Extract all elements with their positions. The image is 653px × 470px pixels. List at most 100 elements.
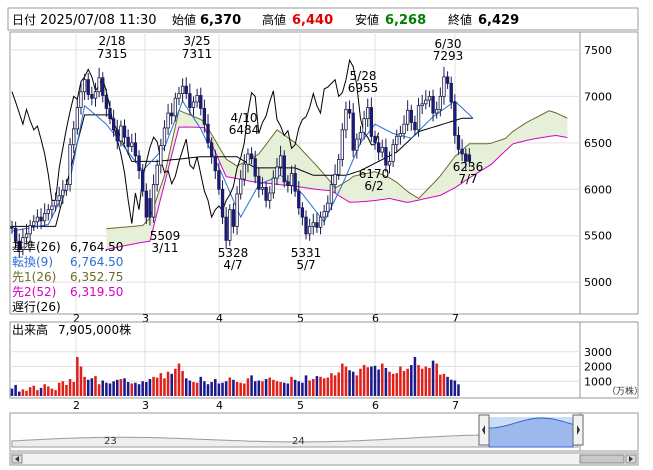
- scroll-thumb[interactable]: [579, 454, 625, 464]
- legend-label: 遅行(26): [12, 300, 61, 314]
- candle-body: [151, 184, 156, 218]
- candle-body: [202, 108, 207, 125]
- candle-body: [358, 132, 363, 140]
- candle-body: [351, 112, 355, 151]
- open-label: 始値: [172, 12, 196, 27]
- volume-bar: [420, 368, 424, 396]
- volume-tick-label: 2000: [584, 361, 612, 374]
- candle-body: [39, 216, 43, 222]
- candle-body: [395, 135, 399, 146]
- high-value: 6,440: [292, 13, 333, 28]
- volume-bar: [457, 384, 460, 396]
- candle-body: [362, 118, 366, 133]
- volume-bar: [163, 378, 166, 396]
- candle-body: [209, 142, 214, 158]
- volume-bar: [391, 373, 395, 396]
- volume-bar: [253, 381, 257, 396]
- candle-body: [293, 173, 297, 192]
- volume-bar: [61, 381, 65, 396]
- volume-bar: [39, 387, 43, 396]
- candle-body: [184, 85, 188, 94]
- overview-tick-23: 23: [104, 436, 117, 447]
- volume-bar: [301, 382, 304, 396]
- volume-bar: [348, 370, 351, 396]
- volume-tick-label: 3000: [584, 346, 612, 359]
- volume-bar: [449, 379, 453, 396]
- candle-body: [57, 195, 61, 201]
- volume-bar: [79, 366, 83, 396]
- candle-body: [166, 112, 170, 129]
- volume-bar: [123, 378, 126, 396]
- candle-body: [333, 173, 337, 186]
- volume-bar: [14, 384, 17, 396]
- volume-bar: [359, 368, 362, 396]
- candle-body: [435, 108, 439, 114]
- close-value: 6,429: [478, 13, 519, 28]
- volume-bar: [134, 382, 137, 396]
- candle-body: [126, 136, 130, 147]
- volume-bar: [101, 380, 105, 396]
- candle-body: [79, 91, 83, 108]
- volume-bar: [36, 390, 39, 396]
- volume-bar: [417, 365, 420, 396]
- candle-body: [373, 135, 377, 144]
- annotation-date: 3/11: [152, 241, 179, 255]
- candle-body: [133, 142, 138, 157]
- candle-body: [260, 186, 265, 190]
- range-handle-left[interactable]: [478, 414, 490, 446]
- candle-body: [431, 95, 435, 114]
- candle-body: [456, 134, 461, 150]
- volume-bar: [435, 363, 438, 396]
- candle-body: [108, 108, 112, 120]
- volume-bar: [275, 381, 279, 396]
- annotation-date: 3/25: [184, 34, 211, 48]
- volume-bar: [312, 379, 315, 396]
- volume-bar: [145, 382, 148, 396]
- volume-bar: [221, 382, 224, 396]
- date-value: 2025/07/08 11:30: [40, 13, 157, 28]
- candle-body: [409, 109, 413, 123]
- candle-body: [46, 209, 50, 214]
- candle-body: [304, 216, 308, 235]
- candle-body: [191, 101, 196, 108]
- candle-body: [347, 108, 352, 114]
- volume-bar: [290, 376, 293, 396]
- volume-bar: [181, 370, 184, 396]
- candle-body: [130, 142, 134, 147]
- open-value: 6,370: [200, 13, 241, 28]
- range-handle-right[interactable]: [572, 414, 584, 446]
- volume-bar: [214, 379, 217, 396]
- volume-bar: [304, 375, 308, 396]
- volume-bar: [377, 369, 380, 396]
- volume-value: 7,905,000株: [58, 322, 131, 337]
- candle-body: [64, 184, 69, 191]
- volume-bar: [261, 381, 264, 396]
- volume-bar: [239, 382, 242, 396]
- volume-bar: [442, 373, 446, 396]
- low-label: 安値: [355, 12, 379, 27]
- price-tick-label: 5000: [584, 276, 612, 289]
- volume-bar: [315, 376, 319, 396]
- candle-body: [86, 79, 90, 95]
- legend-label: 転換(9): [12, 255, 53, 269]
- volume-bar: [192, 382, 195, 396]
- volume-bar: [243, 383, 246, 396]
- volume-bar: [137, 384, 141, 396]
- scrollbar[interactable]: [9, 452, 639, 466]
- volume-bar: [195, 382, 199, 396]
- candle-body: [257, 175, 261, 190]
- volume-bar: [286, 383, 290, 396]
- candle-body: [275, 166, 279, 179]
- volume-bar: [439, 374, 442, 396]
- volume-bar: [152, 376, 155, 396]
- candle-body: [264, 186, 268, 201]
- candle-body: [228, 209, 232, 241]
- price-tick-label: 6500: [584, 137, 612, 150]
- volume-bar: [217, 383, 221, 396]
- candle-body: [297, 190, 301, 209]
- candle-body: [10, 226, 14, 229]
- candle-body: [177, 93, 181, 99]
- month-tick-bottom: 7: [452, 399, 459, 412]
- candle-body: [61, 189, 65, 197]
- annotation-value: 7311: [182, 47, 213, 61]
